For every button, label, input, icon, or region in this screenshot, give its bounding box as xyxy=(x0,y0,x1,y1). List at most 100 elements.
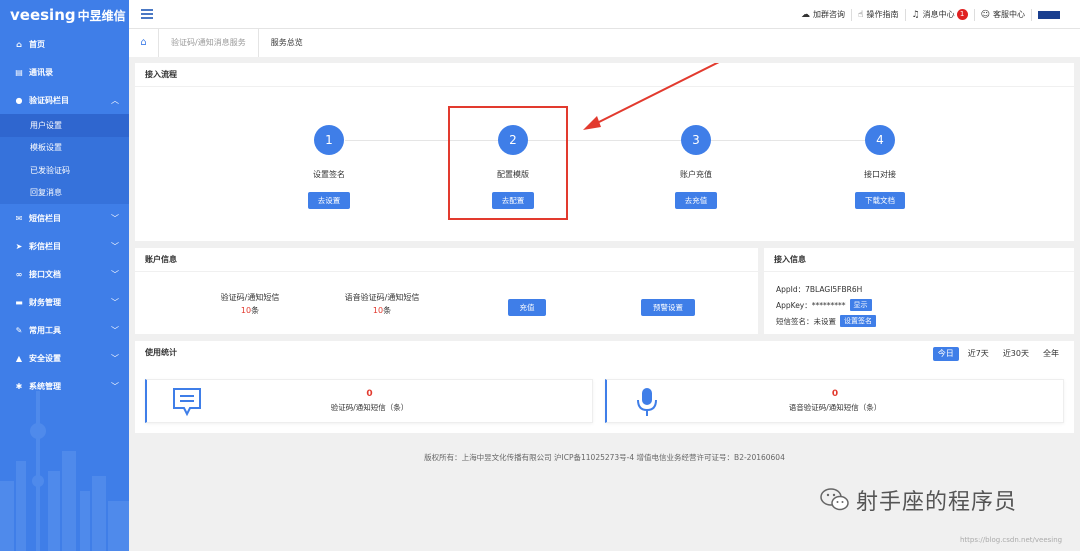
panel-title: 账户信息 xyxy=(135,248,758,272)
user-icon: ☺ xyxy=(980,9,990,20)
wrench-icon: ✎ xyxy=(15,325,23,335)
hand-icon: ☝ xyxy=(858,9,864,20)
menu-toggle-icon[interactable] xyxy=(141,9,153,19)
voice-balance-unit: 条 xyxy=(383,306,392,315)
sms-balance-count: 10 xyxy=(240,306,252,315)
sidebar-item-label: 财务管理 xyxy=(29,297,61,307)
access-flow-panel: 接入流程 1 设置签名 去设置 2 配置模版 去配置 3 账户充值 去充值 4 … xyxy=(135,63,1074,241)
sidebar-item-label: 通讯录 xyxy=(29,67,53,77)
mail-icon: ✉ xyxy=(15,213,23,223)
range-tabs: 今日 近7天 近30天 全年 xyxy=(929,347,1064,361)
top-links: ☁ 加群咨询 ☝ 操作指南 ♫ 消息中心 1 ☺ 客服中心 xyxy=(795,0,1080,29)
appkey-label: AppKey： xyxy=(776,300,812,310)
watermark: 射手座的程序员 xyxy=(820,484,1017,516)
breadcrumb: ⌂ 验证码/通知消息服务 服务总览 xyxy=(129,29,1080,57)
home-icon[interactable]: ⌂ xyxy=(129,29,159,57)
voice-usage-card: 0 语音验证码/通知短信（条） xyxy=(605,379,1064,423)
notification-badge: 1 xyxy=(956,9,968,20)
link-icon: ∞ xyxy=(15,269,23,279)
breadcrumb-current: 服务总览 xyxy=(270,38,303,47)
sidebar: veesing 中昱维信 ⌂ 首页 ▤ 通讯录 ● 验证码栏目 ︿ 用户设置 模板… xyxy=(0,0,129,551)
alert-settings-button[interactable]: 预警设置 xyxy=(641,299,695,316)
sidebar-item-label: 验证码栏目 xyxy=(29,95,69,105)
sidebar-item-label: 彩信栏目 xyxy=(29,241,61,251)
appkey-row: AppKey： ********* 显示 xyxy=(776,299,872,311)
sidebar-item-verification[interactable]: ● 验证码栏目 ︿ xyxy=(0,86,129,114)
watermark-text: 射手座的程序员 xyxy=(856,490,1018,515)
signature-label: 短信签名： xyxy=(776,316,814,326)
wechat-icon xyxy=(820,488,849,511)
sidebar-subitem-sent-codes[interactable]: 已发验证码 xyxy=(0,159,129,182)
sidebar-item-mms[interactable]: ➤ 彩信栏目 ﹀ xyxy=(0,232,129,260)
sidebar-item-sms[interactable]: ✉ 短信栏目 ﹀ xyxy=(0,204,129,232)
tab-year[interactable]: 全年 xyxy=(1038,347,1064,361)
annotation-arrow xyxy=(583,63,720,130)
sidebar-subitem-user-settings[interactable]: 用户设置 xyxy=(0,114,129,137)
sidebar-item-home[interactable]: ⌂ 首页 xyxy=(0,30,129,58)
brand-logo[interactable]: veesing 中昱维信 xyxy=(0,0,129,30)
sidebar-item-label: 首页 xyxy=(29,39,45,49)
join-group-label: 加群咨询 xyxy=(813,10,846,19)
guide-link[interactable]: ☝ 操作指南 xyxy=(852,8,906,21)
brand-name: veesing xyxy=(10,6,76,24)
sidebar-item-finance[interactable]: ▬ 财务管理 ﹀ xyxy=(0,288,129,316)
signature-row: 短信签名： 未设置 设置签名 xyxy=(776,315,876,327)
message-center-label: 消息中心 xyxy=(922,10,955,19)
show-appkey-button[interactable]: 显示 xyxy=(849,299,872,311)
voice-usage-label: 语音验证码/通知短信（条） xyxy=(788,403,882,412)
footer-copyright: 版权所有：上海中昱文化传播有限公司 沪ICP备11025273号-4 增值电信业… xyxy=(424,453,785,462)
access-info-panel: 接入信息 AppId： 7BLAGI5FBR6H AppKey： *******… xyxy=(764,248,1074,334)
tab-30days[interactable]: 近30天 xyxy=(998,347,1034,361)
brand-badge xyxy=(1038,10,1060,19)
signature-value: 未设置 xyxy=(813,316,837,326)
sms-usage-card: 0 验证码/通知短信（条） xyxy=(145,379,593,423)
sidebar-subitem-template-settings[interactable]: 模板设置 xyxy=(0,137,129,160)
recharge-button[interactable]: 充值 xyxy=(508,299,546,316)
set-signature-mini-button[interactable]: 设置签名 xyxy=(840,315,876,327)
chevron-down-icon: ﹀ xyxy=(111,242,119,251)
support-center-link[interactable]: ☺ 客服中心 xyxy=(975,8,1032,21)
message-center-link[interactable]: ♫ 消息中心 1 xyxy=(906,8,975,21)
support-center-label: 客服中心 xyxy=(993,10,1025,19)
skyline-illustration xyxy=(0,391,129,551)
tab-today[interactable]: 今日 xyxy=(932,347,959,361)
sidebar-item-tools[interactable]: ✎ 常用工具 ﹀ xyxy=(0,316,129,344)
contacts-icon: ▤ xyxy=(15,67,23,77)
voice-usage-count: 0 xyxy=(831,389,839,399)
tab-7days[interactable]: 近7天 xyxy=(963,347,994,361)
chevron-up-icon: ︿ xyxy=(111,96,119,105)
appid-label: AppId： xyxy=(776,285,806,294)
sms-usage-count: 0 xyxy=(366,389,373,399)
join-group-link[interactable]: ☁ 加群咨询 xyxy=(795,8,853,21)
bell-icon: ♫ xyxy=(911,9,920,20)
sidebar-subitem-replies[interactable]: 回复消息 xyxy=(0,182,129,205)
cloud-icon: ☁ xyxy=(801,9,811,20)
send-icon: ➤ xyxy=(15,241,23,251)
sms-balance-label: 验证码/通知短信 xyxy=(220,293,280,302)
chevron-down-icon: ﹀ xyxy=(111,214,119,223)
appkey-value: ********* xyxy=(811,300,846,310)
guide-label: 操作指南 xyxy=(866,10,899,19)
appid-row: AppId： 7BLAGI5FBR6H xyxy=(776,284,862,295)
panel-title: 接入信息 xyxy=(764,248,1074,272)
chevron-down-icon: ﹀ xyxy=(111,270,119,279)
sms-balance-unit: 条 xyxy=(251,306,260,315)
sms-usage-label: 验证码/通知短信（条） xyxy=(330,403,409,412)
account-info-panel: 账户信息 验证码/通知短信 10条 语音验证码/通知短信 10条 充值 预警设置 xyxy=(135,248,758,334)
chevron-down-icon: ﹀ xyxy=(111,298,119,307)
sms-balance: 验证码/通知短信 10条 xyxy=(185,292,315,316)
home-icon: ⌂ xyxy=(16,39,22,49)
sidebar-item-contacts[interactable]: ▤ 通讯录 xyxy=(0,58,129,86)
appid-value: 7BLAGI5FBR6H xyxy=(805,285,863,294)
breadcrumb-parent[interactable]: 验证码/通知消息服务 xyxy=(159,29,259,57)
chat-icon: ● xyxy=(15,95,23,105)
watermark-url: https://blog.csdn.net/veesing xyxy=(960,536,1063,544)
sidebar-item-api-docs[interactable]: ∞ 接口文档 ﹀ xyxy=(0,260,129,288)
chevron-down-icon: ﹀ xyxy=(111,326,119,335)
usage-stats-panel: 使用统计 今日 近7天 近30天 全年 0 验证码/通知短信（条） 0 语音验证… xyxy=(135,341,1074,433)
voice-balance-count: 10 xyxy=(372,306,384,315)
top-bar: ☁ 加群咨询 ☝ 操作指南 ♫ 消息中心 1 ☺ 客服中心 xyxy=(129,0,1080,29)
voice-balance: 语音验证码/通知短信 10条 xyxy=(317,292,447,316)
sidebar-item-label: 短信栏目 xyxy=(29,213,61,223)
brand-cn: 中昱维信 xyxy=(77,9,126,23)
